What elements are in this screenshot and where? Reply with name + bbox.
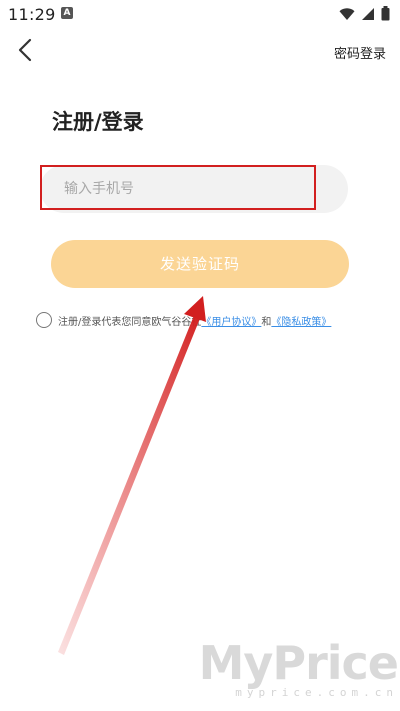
notification-app-icon: A bbox=[61, 7, 73, 19]
phone-input[interactable] bbox=[64, 165, 324, 213]
agreement-conjunction: 和 bbox=[261, 316, 272, 328]
privacy-policy-link[interactable]: 《隐私政策》 bbox=[271, 313, 331, 328]
agree-radio[interactable] bbox=[36, 312, 52, 328]
user-agreement-link[interactable]: 《用户协议》 bbox=[201, 313, 261, 328]
watermark-url: myprice.com.cn bbox=[235, 686, 398, 699]
status-bar: 11:29 A bbox=[0, 0, 400, 30]
back-button[interactable] bbox=[12, 38, 38, 66]
watermark: MyPrice myprice.com.cn bbox=[198, 636, 399, 699]
send-code-button[interactable]: 发送验证码 bbox=[51, 240, 349, 288]
agreement-row: 注册/登录代表您同意欧气谷谷社 《用户协议》 和 《隐私政策》 bbox=[36, 312, 331, 328]
status-time: 11:29 bbox=[8, 5, 56, 24]
page-title: 注册/登录 bbox=[52, 110, 144, 134]
phone-field[interactable] bbox=[40, 165, 348, 213]
agreement-text: 注册/登录代表您同意欧气谷谷社 bbox=[58, 316, 202, 328]
chevron-left-icon bbox=[16, 38, 34, 66]
wifi-icon bbox=[339, 6, 355, 25]
watermark-logo: MyPrice bbox=[198, 636, 399, 690]
battery-icon bbox=[381, 6, 390, 25]
password-login-link[interactable]: 密码登录 bbox=[334, 43, 386, 62]
signal-icon bbox=[361, 6, 375, 25]
status-icons bbox=[339, 6, 390, 25]
